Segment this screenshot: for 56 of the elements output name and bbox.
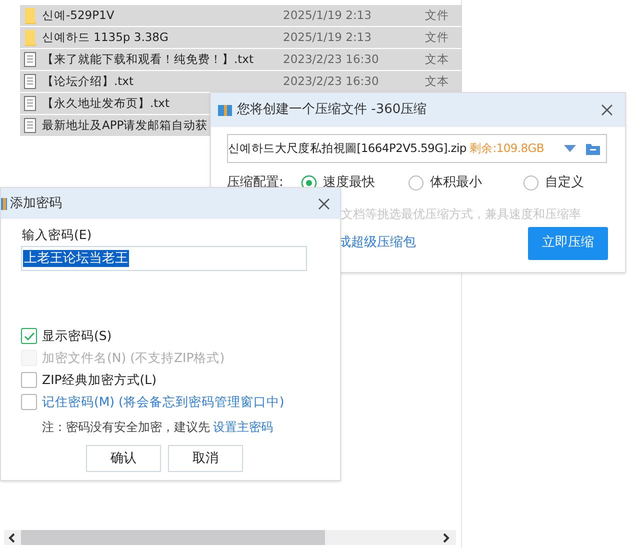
checkbox[interactable] (21, 328, 37, 344)
scrollbar-thumb[interactable] (21, 530, 325, 545)
checkbox[interactable] (21, 394, 37, 410)
file-type: 文本 (425, 72, 449, 90)
file-name: 【永久地址发布页】.txt (42, 96, 170, 110)
file-date: 2025/1/19 2:13 (283, 28, 372, 46)
file-date: 2023/2/23 16:30 (283, 50, 380, 68)
file-date: 2023/2/23 16:30 (283, 72, 380, 90)
path-field[interactable]: 신예하드大尺度私拍視圖[1664P2V5.59G].zip 剩余:109.8GB (227, 134, 607, 163)
close-icon[interactable] (601, 104, 613, 116)
cancel-button[interactable]: 取消 (168, 444, 243, 472)
file-row[interactable]: 신예-529P1V 2025/1/19 2:13 文件 (20, 5, 462, 26)
password-field[interactable]: 上老王论坛当老王 (21, 246, 307, 271)
file-name: 【论坛介绍】.txt (42, 74, 134, 88)
checkmark-icon (24, 332, 34, 341)
file-type: 文本 (425, 50, 449, 68)
radio-option[interactable]: 自定义 (523, 173, 623, 192)
confirm-button[interactable]: 确认 (86, 444, 161, 472)
checkbox[interactable] (21, 372, 37, 388)
file-name: 신예-529P1V (42, 8, 114, 22)
dropdown-icon[interactable] (564, 144, 576, 152)
remember-password-link[interactable]: 记住密码(M) (将会备忘到密码管理窗口中) (42, 392, 284, 412)
folder-icon (25, 30, 36, 46)
folder-icon (25, 8, 36, 24)
scroll-right-icon[interactable] (442, 532, 450, 542)
checkbox-label: ZIP经典加密方式(L) (42, 370, 157, 389)
config-label: 压缩配置: (227, 174, 284, 192)
free-space-label: 剩余:109.8GB (469, 140, 544, 157)
document-icon (24, 96, 36, 111)
dialog-title: 添加密码 (10, 194, 62, 213)
radio-option[interactable]: 体积最小 (408, 173, 523, 192)
file-name: 신예하드 1135p 3.38G (42, 30, 168, 44)
file-name: 最新地址及APP请发邮箱自动获 (42, 118, 208, 132)
close-icon[interactable] (318, 198, 330, 210)
file-row[interactable]: 신예하드 1135p 3.38G 2025/1/19 2:13 文件 (20, 27, 462, 48)
scroll-left-icon[interactable] (8, 532, 16, 542)
field-label: 输入密码(E) (22, 226, 92, 244)
file-type: 文件 (425, 28, 449, 46)
archive-icon (1, 196, 7, 210)
document-icon (24, 74, 36, 89)
file-row[interactable]: 【论坛介绍】.txt 2023/2/23 16:30 文本 (20, 71, 462, 92)
file-date: 2025/1/19 2:13 (283, 6, 372, 24)
file-name: 【来了就能下载和观看！纯免费！】.txt (42, 52, 254, 66)
radio-button[interactable] (408, 174, 424, 191)
document-icon (24, 118, 36, 133)
hint-text: 文档等挑选最优压缩方式，兼具速度和压缩率 (341, 206, 581, 222)
document-icon (24, 52, 36, 67)
radio-button[interactable] (523, 174, 539, 191)
checkbox-label: 显示密码(S) (42, 326, 112, 345)
folder-icon[interactable] (586, 142, 600, 154)
file-type: 文件 (425, 6, 449, 24)
archive-icon (217, 102, 233, 118)
note-text: 注：密码没有安全加密，建议先 (42, 418, 210, 436)
set-master-password-link[interactable]: 设置主密码 (213, 418, 273, 436)
file-row[interactable]: 【来了就能下载和观看！纯免费！】.txt 2023/2/23 16:30 文本 (20, 49, 462, 70)
checkbox-label: 加密文件名(N) (不支持ZIP格式) (42, 348, 225, 367)
